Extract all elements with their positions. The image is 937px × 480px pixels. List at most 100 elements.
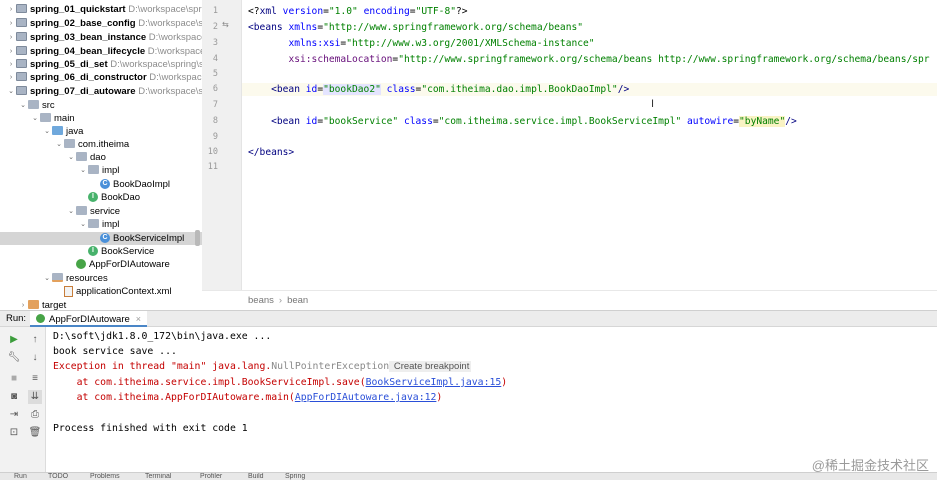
chevron-icon[interactable]: ⌄ xyxy=(30,112,40,125)
chevron-icon[interactable]: ⌄ xyxy=(6,85,16,98)
code-line: <bean id="bookService" class="com.itheim… xyxy=(248,115,797,128)
tree-item[interactable]: ⌄ com.itheima xyxy=(0,138,202,151)
chevron-icon[interactable]: › xyxy=(18,299,28,310)
code-token: xmlns xyxy=(288,22,318,33)
tool-window-button[interactable]: TODO xyxy=(48,473,68,480)
scroll-to-end-icon[interactable]: ⇊ xyxy=(28,390,42,404)
console-line: at com.itheima.service.impl.BookServiceI… xyxy=(53,375,508,390)
line-number: 2 xyxy=(212,22,218,32)
folder-target-icon xyxy=(28,299,39,309)
tree-item[interactable]: ⌄ impl xyxy=(0,164,202,177)
console-link[interactable]: AppForDIAutoware.java:12 xyxy=(295,392,437,403)
chevron-icon[interactable]: ⌄ xyxy=(54,138,64,151)
code-line: xmlns:xsi="http://www.w3.org/2001/XMLSch… xyxy=(248,37,594,50)
close-icon[interactable]: × xyxy=(136,314,141,324)
chevron-icon[interactable]: › xyxy=(6,3,16,16)
breadcrumb-item[interactable]: beans xyxy=(248,295,274,306)
line-number: 9 xyxy=(212,132,218,142)
tree-item[interactable]: ⌄ spring_07_di_autoware D:\workspace\sp xyxy=(0,85,202,98)
tree-item[interactable]: › spring_03_bean_instance D:\workspace\ xyxy=(0,31,202,44)
tool-window-button[interactable]: Problems xyxy=(90,473,120,480)
tree-item[interactable]: AppForDIAutoware xyxy=(0,258,202,271)
chevron-icon[interactable]: › xyxy=(6,31,16,44)
tool-window-button[interactable]: Profiler xyxy=(200,473,222,480)
chevron-icon[interactable]: › xyxy=(6,71,16,84)
tree-item[interactable]: › spring_04_bean_lifecycle D:\workspace\s… xyxy=(0,45,202,58)
tool-window-button[interactable]: Terminal xyxy=(145,473,171,480)
soft-wrap-icon[interactable]: ≡ xyxy=(28,372,42,386)
tree-item[interactable]: › spring_02_base_config D:\workspace\sp xyxy=(0,17,202,30)
console-link[interactable]: BookServiceImpl.java:15 xyxy=(366,377,502,388)
console-output[interactable]: D:\soft\jdk1.8.0_172\bin\java.exe ... boo… xyxy=(46,327,937,472)
tree-item[interactable]: I BookDao xyxy=(0,191,202,204)
tree-item[interactable]: › spring_06_di_constructor D:\workspace\s xyxy=(0,71,202,84)
tree-item[interactable]: applicationContext.xml xyxy=(0,285,202,298)
chevron-icon[interactable]: ⌄ xyxy=(42,125,52,138)
tree-item[interactable]: I BookService xyxy=(0,245,202,258)
console-link[interactable]: Create breakpoint xyxy=(389,361,472,372)
code-token: /> xyxy=(785,116,797,127)
rerun-icon[interactable]: ▶ xyxy=(7,333,21,347)
run-label: Run: xyxy=(6,313,27,324)
arrow-up-icon[interactable]: ↑ xyxy=(28,333,42,347)
chevron-icon[interactable]: ⌄ xyxy=(66,151,76,164)
tree-item-label: spring_06_di_constructor xyxy=(30,72,147,83)
tree-item[interactable]: ⌄ resources xyxy=(0,272,202,285)
chevron-icon[interactable]: ⌄ xyxy=(78,164,88,177)
console-line: D:\soft\jdk1.8.0_172\bin\java.exe ... xyxy=(53,329,271,344)
tool-window-button[interactable]: Run xyxy=(14,473,27,480)
tree-item[interactable]: ⌄ service xyxy=(0,205,202,218)
console-text: NullPointerException xyxy=(271,361,390,372)
arrow-down-icon[interactable]: ↓ xyxy=(28,351,42,365)
wrench-icon[interactable]: 🔧︎ xyxy=(7,351,21,365)
tree-item-label: service xyxy=(90,206,121,217)
code-token: autowire xyxy=(687,116,734,127)
chevron-icon[interactable]: › xyxy=(6,45,16,58)
tree-item[interactable]: ⌄ dao xyxy=(0,151,202,164)
fold-icon[interactable]: ⇆ xyxy=(222,20,229,29)
tree-item[interactable]: ⌄ java xyxy=(0,125,202,138)
chevron-icon[interactable]: ⌄ xyxy=(66,205,76,218)
code-token: </beans> xyxy=(248,147,295,158)
code-token: "bookService" xyxy=(323,116,399,127)
chevron-icon[interactable]: › xyxy=(6,17,16,30)
xml-icon xyxy=(64,285,73,297)
trash-icon[interactable]: 🗑︎ xyxy=(28,426,42,440)
code-area[interactable]: <?xml version="1.0" encoding="UTF-8"?> <b… xyxy=(248,0,937,290)
line-number: 3 xyxy=(212,38,218,48)
chevron-icon[interactable]: ⌄ xyxy=(18,99,28,112)
chevron-icon[interactable]: ⌄ xyxy=(42,272,52,285)
tree-item[interactable]: › target xyxy=(0,299,202,310)
print-icon[interactable]: ⎙ xyxy=(28,408,42,422)
tree-item[interactable]: › spring_05_di_set D:\workspace\spring\s xyxy=(0,58,202,71)
line-number: 6 xyxy=(212,84,218,94)
breadcrumb-item[interactable]: bean xyxy=(287,295,308,306)
tree-item-label: applicationContext.xml xyxy=(76,286,172,297)
camera-icon[interactable]: ◙ xyxy=(7,390,21,404)
tree-item[interactable]: › spring_01_quickstart D:\workspace\spr xyxy=(0,3,202,16)
chevron-icon[interactable]: › xyxy=(6,58,16,71)
tree-item[interactable]: ⌄ src xyxy=(0,99,202,112)
folder-icon xyxy=(88,218,99,228)
code-editor[interactable]: 1 2 3 4 5 6 7 8 9 10 11 ⇆ <?xml version="1.0" encod… xyxy=(202,0,937,310)
run-tab[interactable]: AppForDIAutoware × xyxy=(30,311,148,327)
code-token: "com.itheima.dao.impl.BookDaoImpl" xyxy=(421,84,618,95)
pin-icon[interactable]: ⊡ xyxy=(7,426,21,440)
breadcrumb[interactable]: beans › bean xyxy=(202,290,937,310)
tree-item[interactable]: ⌄ main xyxy=(0,112,202,125)
exit-icon[interactable]: ⇥ xyxy=(7,408,21,422)
code-token: class xyxy=(403,116,433,127)
tree-item[interactable]: C BookDaoImpl xyxy=(0,178,202,191)
folder-res-icon xyxy=(52,272,63,282)
chevron-icon[interactable]: ⌄ xyxy=(78,218,88,231)
project-tree: › spring_01_quickstart D:\workspace\spr › s… xyxy=(0,0,202,310)
run-tab-label: AppForDIAutoware xyxy=(49,314,130,325)
tool-window-button[interactable]: Build xyxy=(248,473,264,480)
tool-window-button[interactable]: Spring xyxy=(285,473,305,480)
module-icon xyxy=(16,58,27,68)
tree-item[interactable]: ⌄ impl xyxy=(0,218,202,231)
tree-scrollbar[interactable] xyxy=(195,230,200,246)
folder-icon xyxy=(76,151,87,161)
stop-icon[interactable]: ■ xyxy=(7,372,21,386)
tree-item[interactable]: C BookServiceImpl xyxy=(0,232,202,245)
